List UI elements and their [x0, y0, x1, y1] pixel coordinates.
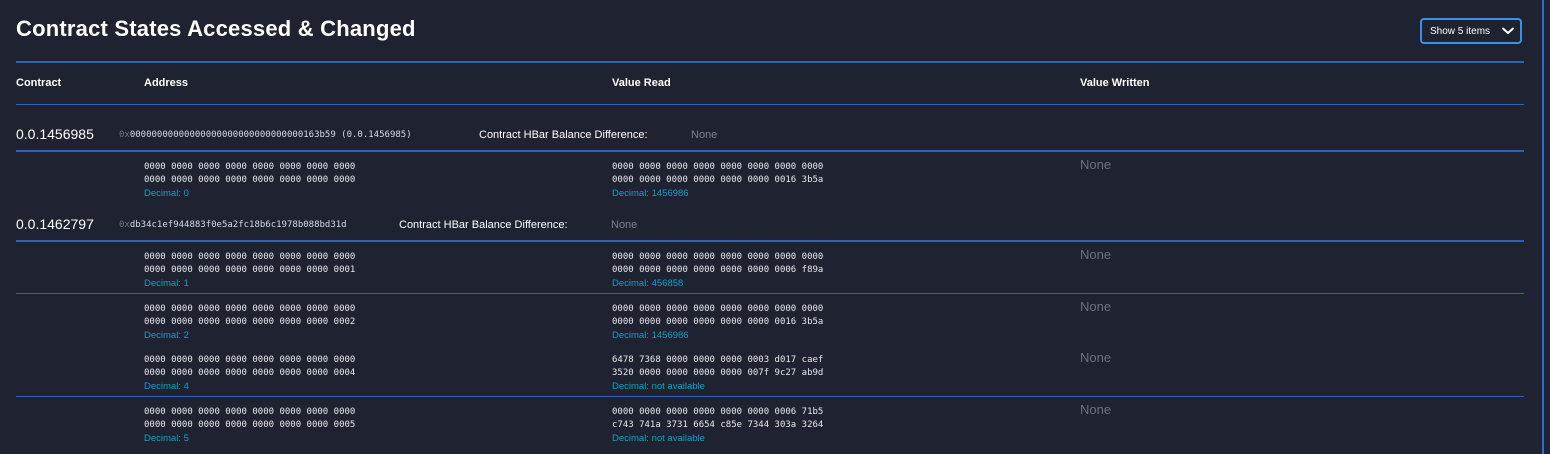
- value-read-line: 0000 0000 0000 0000 0000 0000 0016 3b5a: [612, 317, 824, 327]
- value-written: None: [1080, 350, 1112, 365]
- value-read-decimal: Decimal: 1456986: [612, 188, 689, 199]
- slot-address-line: 0000 0000 0000 0000 0000 0000 0000 0000: [144, 355, 356, 365]
- value-read-line: 0000 0000 0000 0000 0000 0000 0006 71b5: [612, 407, 824, 417]
- address-body: 00000000000000000000000000000000163b59: [129, 130, 336, 140]
- value-written: None: [1080, 299, 1112, 314]
- row-divider: [16, 293, 1524, 294]
- contract-id-link[interactable]: 0.0.1456985: [16, 126, 94, 142]
- contract-address[interactable]: 0xdb34c1ef944883f0e5a2fc18b6c1978b088bd3…: [119, 220, 347, 230]
- slot-address-line: 0000 0000 0000 0000 0000 0000 0000 0001: [144, 265, 356, 275]
- value-read-line: 3520 0000 0000 0000 0000 007f 9c27 ab9d: [612, 368, 824, 378]
- value-read-decimal: Decimal: not available: [612, 433, 705, 444]
- value-read-line: 0000 0000 0000 0000 0000 0000 0016 3b5a: [612, 175, 824, 185]
- balance-difference-value: None: [691, 129, 718, 141]
- slot-address-line: 0000 0000 0000 0000 0000 0000 0000 0005: [144, 420, 356, 430]
- balance-difference-label: Contract HBar Balance Difference:: [399, 219, 568, 231]
- value-read-line: 0000 0000 0000 0000 0000 0000 0000 0000: [612, 162, 824, 172]
- value-read-decimal: Decimal: 456858: [612, 278, 684, 289]
- value-written: None: [1080, 247, 1112, 262]
- slot-address-line: 0000 0000 0000 0000 0000 0000 0000 0002: [144, 317, 356, 327]
- balance-difference-label: Contract HBar Balance Difference:: [479, 129, 648, 141]
- value-read-line: 0000 0000 0000 0000 0000 0000 0006 f89a: [612, 265, 824, 275]
- slot-address-decimal: Decimal: 4: [144, 381, 189, 392]
- contract-id-link[interactable]: 0.0.1462797: [16, 216, 94, 232]
- slot-address-line: 0000 0000 0000 0000 0000 0000 0000 0000: [144, 175, 356, 185]
- slot-address-line: 0000 0000 0000 0000 0000 0000 0000 0000: [144, 252, 356, 262]
- value-read-line: 0000 0000 0000 0000 0000 0000 0000 0000: [612, 304, 824, 314]
- page-size-select-label: Show 5 items: [1430, 25, 1491, 37]
- contract-address[interactable]: 0x00000000000000000000000000000000163b59…: [119, 130, 412, 140]
- slot-address-decimal: Decimal: 0: [144, 188, 189, 199]
- row-divider: [16, 396, 1524, 397]
- value-read-line: c743 741a 3731 6654 c85e 7344 303a 3264: [612, 420, 824, 430]
- slot-address-line: 0000 0000 0000 0000 0000 0000 0000 0004: [144, 368, 356, 378]
- value-read-line: 6478 7368 0000 0000 0000 0003 d017 caef: [612, 355, 824, 365]
- address-prefix: 0x: [119, 130, 130, 140]
- table-top-rule: [16, 61, 1524, 63]
- address-prefix: 0x: [119, 220, 130, 230]
- column-header-contract[interactable]: Contract: [16, 77, 61, 89]
- address-body: db34c1ef944883f0e5a2fc18b6c1978b088bd31d: [129, 220, 347, 230]
- value-written: None: [1080, 402, 1112, 417]
- header-bottom-rule: [16, 104, 1524, 105]
- value-read-line: 0000 0000 0000 0000 0000 0000 0000 0000: [612, 252, 824, 262]
- value-written: None: [1080, 157, 1112, 172]
- value-read-decimal: Decimal: not available: [612, 381, 705, 392]
- contract-group-rule: [16, 150, 1524, 152]
- address-entity-id: (0.0.1456985): [341, 130, 412, 140]
- slot-address-line: 0000 0000 0000 0000 0000 0000 0000 0000: [144, 162, 356, 172]
- value-read-decimal: Decimal: 1456986: [612, 330, 689, 341]
- column-header-address[interactable]: Address: [144, 77, 188, 89]
- balance-difference-value: None: [611, 219, 638, 231]
- section-title: Contract States Accessed & Changed: [16, 16, 416, 41]
- slot-address-decimal: Decimal: 1: [144, 278, 189, 289]
- page-size-select[interactable]: Show 5 items: [1420, 18, 1522, 44]
- slot-address-decimal: Decimal: 5: [144, 433, 189, 444]
- slot-address-line: 0000 0000 0000 0000 0000 0000 0000 0000: [144, 304, 356, 314]
- contract-group-rule: [16, 240, 1524, 242]
- slot-address-decimal: Decimal: 2: [144, 330, 189, 341]
- chevron-down-icon: [1502, 27, 1514, 34]
- column-header-value-written[interactable]: Value Written: [1080, 77, 1149, 89]
- column-header-value-read[interactable]: Value Read: [612, 77, 671, 89]
- slot-address-line: 0000 0000 0000 0000 0000 0000 0000 0000: [144, 407, 356, 417]
- page-right-border: [1542, 0, 1544, 454]
